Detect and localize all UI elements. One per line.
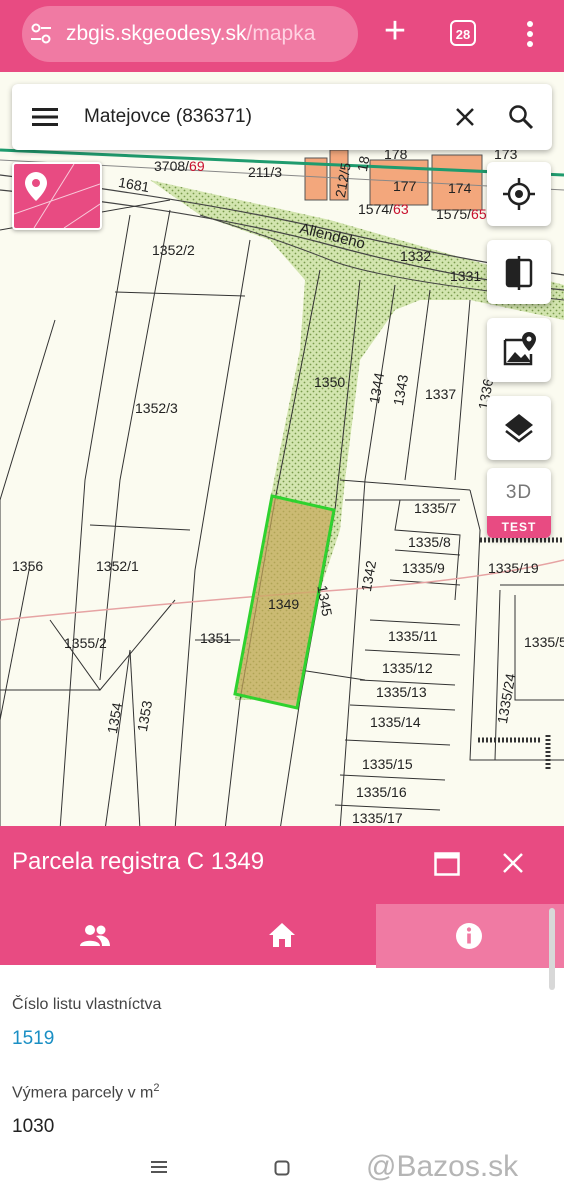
scrollbar[interactable] [549, 908, 555, 990]
close-icon[interactable] [502, 852, 524, 874]
area-value: 1030 [12, 1116, 55, 1137]
parcel-label: 1335/7 [414, 500, 457, 516]
home-icon [269, 923, 295, 947]
plus-icon[interactable]: + [380, 12, 410, 50]
close-icon[interactable] [454, 106, 476, 128]
panel-title: Parcela registra C 1349 [12, 848, 265, 875]
parcel-label: 1355/2 [64, 635, 107, 651]
my-location-button[interactable] [487, 162, 551, 226]
parcel-label: 1352/3 [135, 400, 178, 416]
parcel-label: 1335/16 [356, 784, 407, 800]
info-icon [456, 923, 482, 949]
three-d-label: 3D [505, 482, 533, 503]
watermark: @Bazos.sk [366, 1150, 519, 1183]
map-pin-icon [13, 163, 101, 229]
parcel-label: 1335/14 [370, 714, 421, 730]
parcel-label: 1335/13 [376, 684, 427, 700]
people-icon [80, 925, 110, 946]
compare-icon [505, 256, 533, 290]
map-photo-button[interactable] [487, 318, 551, 382]
layers-icon [505, 414, 533, 443]
parcel-label: 1575/65 [436, 206, 487, 222]
search-icon[interactable] [508, 104, 534, 130]
location-target-icon [503, 178, 535, 210]
parcel-label: 1574/63 [358, 201, 409, 217]
search-input[interactable]: Matejovce (836371) [84, 106, 252, 128]
url-text: zbgis.skgeodesy.sk/mapka [66, 22, 316, 45]
parcel-label: 1337 [425, 386, 457, 402]
parcel-label: 1332 [400, 248, 432, 264]
address-bar[interactable]: zbgis.skgeodesy.sk/mapka [22, 6, 358, 62]
parcel-label: 1349 [268, 596, 300, 612]
area-label: Výmera parcely v m2 [12, 1082, 160, 1102]
parcel-label: 1335/9 [402, 560, 445, 576]
more-vert-icon[interactable] [520, 18, 540, 50]
parcel-label: 1335/19 [488, 560, 539, 576]
parcel-label: 1352/2 [152, 242, 195, 258]
parcel-label: 1331 [450, 268, 482, 284]
parcel-label: 174 [448, 180, 472, 196]
search-bar[interactable]: Matejovce (836371) [12, 84, 552, 150]
parcel-panel-header: Parcela registra C 1349 [0, 826, 564, 904]
browser-toolbar: zbgis.skgeodesy.sk/mapka + 28 [0, 0, 564, 72]
three-d-button[interactable]: 3D TEST [487, 468, 551, 538]
parcel-label: 1356 [12, 558, 44, 574]
lv-number-link[interactable]: 1519 [12, 1028, 54, 1050]
menu-icon[interactable] [32, 106, 58, 128]
parcel-label: 18 [354, 154, 373, 173]
parcel-label: 1351 [200, 630, 232, 646]
layers-button[interactable] [487, 396, 551, 460]
parcel-label: 1350 [314, 374, 346, 390]
parcel-label: 1335/11 [388, 628, 438, 644]
parcel-label: 1335/12 [382, 660, 433, 676]
parcel-label: 3708/69 [154, 158, 205, 174]
parcel-label: 177 [393, 178, 417, 194]
parcel-label: 1352/1 [96, 558, 139, 574]
tab-count-icon[interactable]: 28 [450, 20, 476, 46]
test-badge: TEST [487, 516, 551, 538]
basemap-thumbnail[interactable] [12, 162, 102, 230]
lv-number-label: Číslo listu vlastníctva [12, 996, 162, 1013]
compare-button[interactable] [487, 240, 551, 304]
home-nav-icon[interactable] [274, 1160, 290, 1176]
parcel-label: 1335/5 [524, 634, 564, 650]
panel-tabs [0, 904, 564, 968]
map-photo-icon [503, 332, 536, 366]
parcel-label: 211/3 [248, 164, 282, 180]
maximize-icon[interactable] [434, 852, 460, 876]
tab-owners[interactable] [0, 904, 188, 968]
tab-building[interactable] [188, 904, 376, 968]
tune-icon [31, 23, 51, 44]
parcel-label: 1335/8 [408, 534, 451, 550]
parcel-label: 1335/15 [362, 756, 413, 772]
tab-info[interactable] [376, 904, 564, 968]
recent-apps-icon[interactable] [150, 1160, 168, 1174]
parcel-label: 1335/17 [352, 810, 403, 826]
